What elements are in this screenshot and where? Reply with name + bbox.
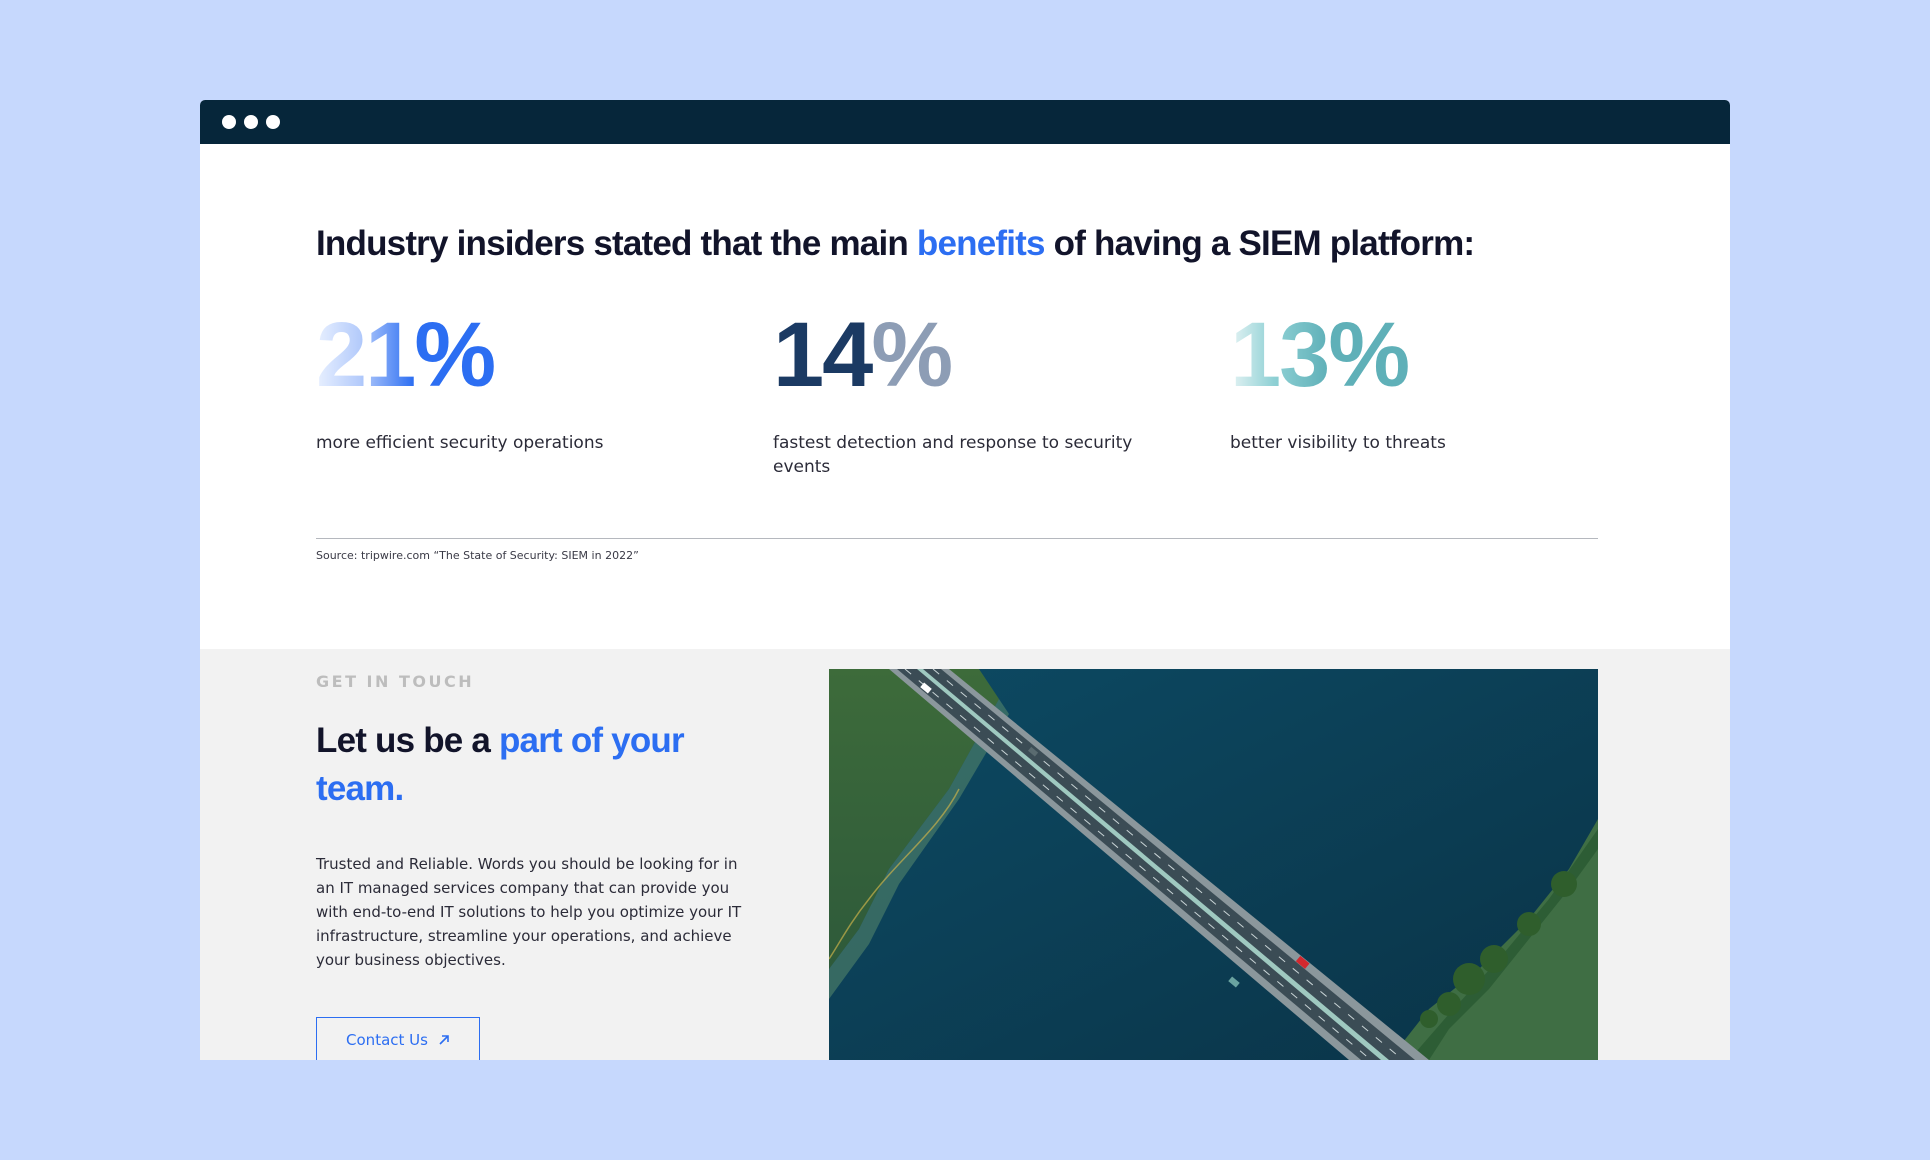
heading-text: Industry insiders stated that the main bbox=[316, 224, 909, 263]
title-text: Let us be a bbox=[316, 721, 491, 760]
stat-visibility: 13% better visibility to threats bbox=[1230, 309, 1610, 455]
stat-number: 14 bbox=[773, 304, 873, 406]
contact-title: Let us be a part of your team. bbox=[316, 717, 716, 813]
heading-text: of having a SIEM platform: bbox=[1053, 224, 1475, 263]
stat-value: 14% bbox=[773, 309, 1143, 401]
stat-percent: % bbox=[414, 304, 496, 406]
stat-label: fastest detection and response to securi… bbox=[773, 433, 1133, 477]
button-label: Contact Us bbox=[346, 1031, 428, 1049]
stats-heading: Industry insiders stated that the main b… bbox=[316, 224, 1475, 264]
stat-value: 21% bbox=[316, 309, 696, 401]
aerial-photo bbox=[829, 669, 1598, 1060]
window-titlebar bbox=[200, 100, 1730, 144]
source-citation: Source: tripwire.com “The State of Secur… bbox=[316, 549, 639, 562]
window-dot-icon bbox=[222, 115, 236, 129]
stat-label: better visibility to threats bbox=[1230, 433, 1446, 453]
arrow-up-right-icon bbox=[439, 1035, 449, 1045]
window-dot-icon bbox=[244, 115, 258, 129]
heading-accent: benefits bbox=[916, 224, 1046, 263]
browser-window: Industry insiders stated that the main b… bbox=[200, 100, 1730, 1060]
stat-percent: % bbox=[871, 304, 953, 406]
stat-number: 21 bbox=[316, 304, 416, 406]
contact-us-button[interactable]: Contact Us bbox=[316, 1017, 480, 1060]
stat-percent: % bbox=[1328, 304, 1410, 406]
stat-value: 13% bbox=[1230, 309, 1610, 401]
stat-number: 13 bbox=[1230, 304, 1330, 406]
contact-section: GET IN TOUCH Let us be a part of your te… bbox=[200, 649, 1730, 1060]
bridge-aerial-image bbox=[829, 669, 1598, 1060]
section-eyebrow: GET IN TOUCH bbox=[316, 672, 475, 691]
stat-detection: 14% fastest detection and response to se… bbox=[773, 309, 1143, 479]
stat-efficiency: 21% more efficient security operations bbox=[316, 309, 696, 455]
contact-description: Trusted and Reliable. Words you should b… bbox=[316, 855, 742, 969]
divider bbox=[316, 538, 1598, 539]
stat-label: more efficient security operations bbox=[316, 433, 604, 453]
window-dot-icon bbox=[266, 115, 280, 129]
